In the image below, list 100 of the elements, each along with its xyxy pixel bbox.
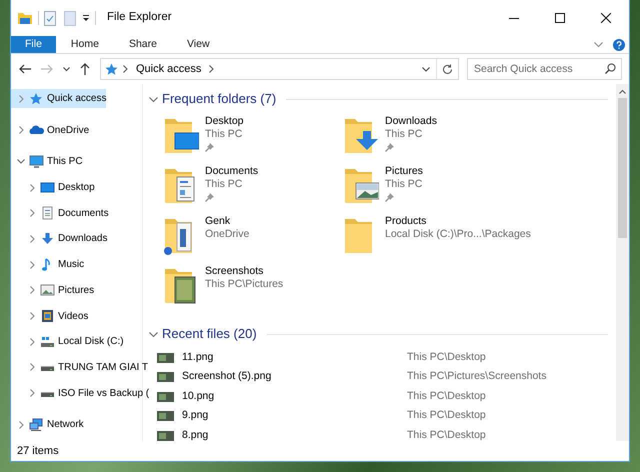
folder-location: This PC\Pictures xyxy=(205,278,284,291)
folder-tile[interactable]: Documents This PC xyxy=(163,165,343,213)
drive-icon xyxy=(40,334,55,349)
chevron-down-icon[interactable] xyxy=(149,332,158,336)
file-name: Screenshot (5).png xyxy=(182,369,272,384)
nav-label: Downloads xyxy=(58,232,108,246)
caret-icon[interactable] xyxy=(82,14,90,22)
chevron-right-icon[interactable] xyxy=(18,420,24,429)
nav-item[interactable]: Pictures xyxy=(11,280,94,300)
item-count: 27 items xyxy=(17,444,59,459)
folder-tile[interactable]: Genk OneDrive xyxy=(163,215,343,263)
pin-icon[interactable] xyxy=(385,193,394,202)
scroll-up-icon xyxy=(619,89,626,94)
chevron-right-icon[interactable] xyxy=(30,209,34,218)
folder-location: This PC xyxy=(385,178,423,191)
image-thumbnail-icon xyxy=(157,411,174,422)
nav-label: TRUNG TAM GIAI T xyxy=(58,360,148,375)
nav-item[interactable]: Videos xyxy=(11,306,88,326)
ribbon-tab[interactable]: File xyxy=(11,36,56,53)
chevron-right-icon[interactable] xyxy=(30,286,34,294)
chevron-down-icon[interactable] xyxy=(422,66,430,72)
folder-tile[interactable]: Desktop This PC xyxy=(163,115,343,163)
chevron-right-icon[interactable] xyxy=(18,94,24,102)
nav-item[interactable]: Documents xyxy=(11,204,109,223)
folder-tile[interactable]: Pictures This PC xyxy=(343,165,523,213)
nav-item[interactable]: Music xyxy=(11,255,84,274)
nav-item[interactable]: TRUNG TAM GIAI T xyxy=(11,358,148,377)
image-thumbnail-icon xyxy=(157,392,174,402)
close-icon xyxy=(601,13,611,23)
help-icon[interactable] xyxy=(613,38,625,50)
chevron-down-icon[interactable] xyxy=(17,159,25,164)
chevron-right-icon[interactable] xyxy=(30,338,34,346)
folder-location: Local Disk (C:)\Pro...\Packages xyxy=(385,228,531,241)
file-name: 10.png xyxy=(182,388,216,404)
chevron-right-icon[interactable] xyxy=(30,363,34,372)
folder-location: This PC xyxy=(205,178,244,191)
nav-item[interactable]: Network xyxy=(11,415,84,434)
chevron-right-icon[interactable] xyxy=(30,312,34,320)
maximize-icon xyxy=(555,13,565,23)
ribbon-tab[interactable]: Share xyxy=(114,36,172,53)
group-title: Frequent folders (7) xyxy=(162,90,276,108)
chevron-right-icon[interactable] xyxy=(30,184,34,192)
back-arrow-icon xyxy=(19,64,31,74)
image-thumbnail-icon xyxy=(157,372,174,382)
recent-file-row[interactable]: 10.png This PC\Desktop xyxy=(149,387,616,406)
scrollbar-thumb[interactable] xyxy=(618,98,627,238)
recent-file-row[interactable]: Screenshot (5).png This PC\Pictures\Screenshots xyxy=(149,368,616,387)
pin-icon[interactable] xyxy=(205,193,214,202)
folder-location: OneDrive xyxy=(205,228,250,241)
ribbon-tab[interactable]: Home xyxy=(56,36,114,53)
chevron-down-icon[interactable] xyxy=(149,96,158,102)
checklist-icon[interactable] xyxy=(44,10,56,26)
nav-label: Quick access xyxy=(47,92,106,106)
recent-file-row[interactable]: 9.png This PC\Desktop xyxy=(149,406,616,426)
nav-item[interactable]: OneDrive xyxy=(11,120,90,140)
document-icon xyxy=(40,206,55,220)
file-location: This PC\Desktop xyxy=(407,350,486,365)
folder-tile[interactable]: Screenshots This PC\Pictures xyxy=(163,265,343,313)
nav-label: This PC xyxy=(47,155,83,170)
folder-name: Genk xyxy=(205,215,232,228)
pin-icon[interactable] xyxy=(205,143,214,152)
chevron-down-icon xyxy=(63,66,70,72)
file-name: 8.png xyxy=(182,428,210,443)
desktop-icon xyxy=(40,180,55,195)
refresh-icon[interactable] xyxy=(442,64,453,74)
chevron-right-icon xyxy=(209,65,214,73)
nav-item[interactable]: ISO File vs Backup ( xyxy=(11,384,150,403)
scrollbar[interactable] xyxy=(616,84,629,441)
network-icon xyxy=(29,418,44,432)
film-icon xyxy=(40,309,55,323)
folder-name: Products xyxy=(385,215,428,228)
image-thumbnail-icon xyxy=(157,352,174,363)
file-location: This PC\Pictures\Screenshots xyxy=(407,369,546,384)
nav-item[interactable]: Downloads xyxy=(11,229,108,248)
nav-item[interactable]: Local Disk (C:) xyxy=(11,332,124,352)
ribbon-tab[interactable]: View xyxy=(172,36,225,53)
nav-label: ISO File vs Backup ( xyxy=(58,386,150,401)
nav-item[interactable]: Desktop xyxy=(11,178,95,198)
search-field[interactable]: Search Quick access xyxy=(467,58,622,80)
address-bar[interactable]: Quick access xyxy=(100,58,459,80)
up-arrow-icon xyxy=(80,63,90,75)
nav-item[interactable]: This PC xyxy=(11,152,83,172)
breadcrumb-link[interactable]: Quick access xyxy=(133,60,204,78)
search-icon xyxy=(605,63,616,74)
nav-label: Network xyxy=(47,418,84,432)
chevron-right-icon[interactable] xyxy=(18,126,24,134)
recent-file-row[interactable]: 11.png This PC\Desktop xyxy=(149,348,616,368)
folder-icon[interactable] xyxy=(17,11,33,25)
folder-tile[interactable]: Downloads This PC xyxy=(343,115,523,163)
chevron-right-icon[interactable] xyxy=(30,234,34,243)
recent-file-row[interactable]: 8.png This PC\Desktop xyxy=(149,426,616,446)
chevron-right-icon[interactable] xyxy=(30,260,34,269)
image-thumbnail-icon xyxy=(157,430,174,441)
file-location: This PC\Desktop xyxy=(407,408,486,424)
picture-icon xyxy=(40,283,55,298)
chevron-right-icon[interactable] xyxy=(30,389,34,398)
forward-arrow-icon xyxy=(41,64,53,74)
pin-icon[interactable] xyxy=(385,143,394,152)
group-title: Recent files (20) xyxy=(162,325,257,344)
nav-item[interactable]: Quick access xyxy=(11,89,106,108)
